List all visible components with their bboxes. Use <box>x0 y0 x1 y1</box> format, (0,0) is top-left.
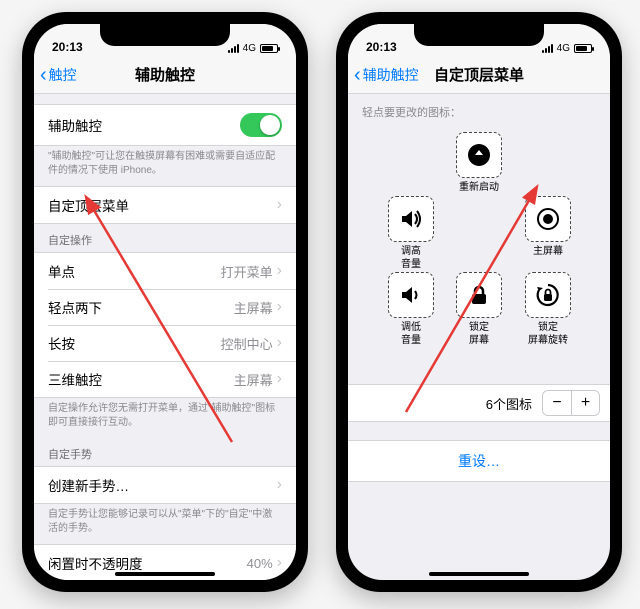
back-button[interactable]: ‹ 触控 <box>40 56 77 93</box>
lock-icon <box>466 282 492 308</box>
status-network: 4G <box>557 43 570 54</box>
chevron-right-icon: › <box>277 334 282 352</box>
status-time: 20:13 <box>52 40 83 54</box>
icon-volume-up-label: 调高 音量 <box>383 246 439 271</box>
chevron-right-icon: › <box>277 262 282 280</box>
chevron-left-icon: ‹ <box>354 65 361 85</box>
customize-top-menu-row[interactable]: 自定顶层菜单 › <box>34 187 296 223</box>
back-label: 辅助触控 <box>363 65 419 85</box>
toggle-on-icon[interactable] <box>240 113 282 137</box>
create-gesture-label: 创建新手势… <box>48 475 129 495</box>
chevron-right-icon: › <box>277 554 282 572</box>
section-custom-gestures: 自定手势 <box>34 438 296 466</box>
back-label: 触控 <box>49 65 77 85</box>
icon-lock-screen-label: 锁定 屏幕 <box>451 322 507 347</box>
signal-icon <box>228 44 239 53</box>
long-press-value: 控制中心 <box>221 334 273 353</box>
rotation-lock-icon <box>535 282 561 308</box>
signal-icon <box>542 44 553 53</box>
icon-count-label: 6个图标 <box>486 394 532 413</box>
icon-volume-down[interactable]: 调低 音量 <box>383 272 439 347</box>
home-icon <box>535 206 561 232</box>
3d-touch-label: 三维触控 <box>48 369 102 389</box>
idle-opacity-value: 40% <box>247 556 273 571</box>
chevron-right-icon: › <box>277 298 282 316</box>
instruction-caption: 轻点要更改的图标： <box>348 94 610 124</box>
custom-gestures-footer: 自定手势让您能够记录可以从"菜单"下的"自定"中激活的手势。 <box>34 504 296 544</box>
status-time: 20:13 <box>366 40 397 54</box>
chevron-right-icon: › <box>277 370 282 388</box>
settings-content: 辅助触控 "辅助触控"可让您在触摸屏幕有困难或需要自适应配件的情况下使用 iPh… <box>34 94 296 580</box>
icon-rotation-lock-label: 锁定 屏幕旋转 <box>520 322 576 347</box>
back-button[interactable]: ‹ 辅助触控 <box>354 56 419 93</box>
chevron-right-icon: › <box>277 196 282 214</box>
section-custom-actions: 自定操作 <box>34 224 296 252</box>
icon-rotation-lock[interactable]: 锁定 屏幕旋转 <box>520 272 576 347</box>
notch <box>100 24 230 46</box>
customize-top-menu-label: 自定顶层菜单 <box>48 195 129 215</box>
customize-content: 轻点要更改的图标： 重新启动 调高 音量 主屏幕 <box>348 94 610 580</box>
notch <box>414 24 544 46</box>
long-press-label: 长按 <box>48 333 75 353</box>
single-tap-label: 单点 <box>48 261 75 281</box>
custom-actions-footer: 自定操作允许您无需打开菜单，通过"辅助触控"图标即可直接接行互动。 <box>34 398 296 438</box>
restart-icon <box>466 142 492 168</box>
create-gesture-row[interactable]: 创建新手势… › <box>34 467 296 503</box>
assistive-touch-toggle-row[interactable]: 辅助触控 <box>34 105 296 145</box>
home-indicator[interactable] <box>115 572 215 576</box>
icon-count-stepper[interactable]: − + <box>542 390 600 416</box>
phone-left: 20:13 4G ‹ 触控 辅助触控 辅助触控 <box>22 12 308 592</box>
stepper-minus-button[interactable]: − <box>543 391 571 415</box>
double-tap-label: 轻点两下 <box>48 297 102 317</box>
3d-touch-row[interactable]: 三维触控 主屏幕› <box>34 361 296 397</box>
long-press-row[interactable]: 长按 控制中心› <box>34 325 296 361</box>
chevron-left-icon: ‹ <box>40 65 47 85</box>
icon-grid: 重新启动 调高 音量 主屏幕 调低 音量 <box>348 124 610 354</box>
icon-restart[interactable]: 重新启动 <box>451 132 507 195</box>
reset-button[interactable]: 重设… <box>348 440 610 482</box>
double-tap-value: 主屏幕 <box>234 298 273 317</box>
reset-label: 重设… <box>458 453 500 469</box>
assistive-touch-label: 辅助触控 <box>48 115 102 135</box>
icon-restart-label: 重新启动 <box>451 182 507 195</box>
status-network: 4G <box>243 43 256 54</box>
volume-up-icon <box>398 206 424 232</box>
nav-bar: ‹ 辅助触控 自定顶层菜单 <box>348 56 610 94</box>
chevron-right-icon: › <box>277 476 282 494</box>
icon-volume-up[interactable]: 调高 音量 <box>383 196 439 271</box>
icon-count-row: 6个图标 − + <box>348 384 610 422</box>
3d-touch-value: 主屏幕 <box>234 370 273 389</box>
home-indicator[interactable] <box>429 572 529 576</box>
battery-icon <box>260 44 278 53</box>
icon-volume-down-label: 调低 音量 <box>383 322 439 347</box>
icon-home-label: 主屏幕 <box>520 246 576 259</box>
page-title: 辅助触控 <box>135 64 195 85</box>
battery-icon <box>574 44 592 53</box>
icon-home[interactable]: 主屏幕 <box>520 196 576 259</box>
idle-opacity-label: 闲置时不透明度 <box>48 553 143 573</box>
double-tap-row[interactable]: 轻点两下 主屏幕› <box>34 289 296 325</box>
volume-down-icon <box>398 282 424 308</box>
single-tap-row[interactable]: 单点 打开菜单› <box>34 253 296 289</box>
phone-right: 20:13 4G ‹ 辅助触控 自定顶层菜单 轻点要更改的图标： <box>336 12 622 592</box>
single-tap-value: 打开菜单 <box>221 262 273 281</box>
icon-lock-screen[interactable]: 锁定 屏幕 <box>451 272 507 347</box>
nav-bar: ‹ 触控 辅助触控 <box>34 56 296 94</box>
stepper-plus-button[interactable]: + <box>571 391 599 415</box>
page-title: 自定顶层菜单 <box>434 64 524 85</box>
assistive-touch-footer: "辅助触控"可让您在触摸屏幕有困难或需要自适应配件的情况下使用 iPhone。 <box>34 146 296 186</box>
